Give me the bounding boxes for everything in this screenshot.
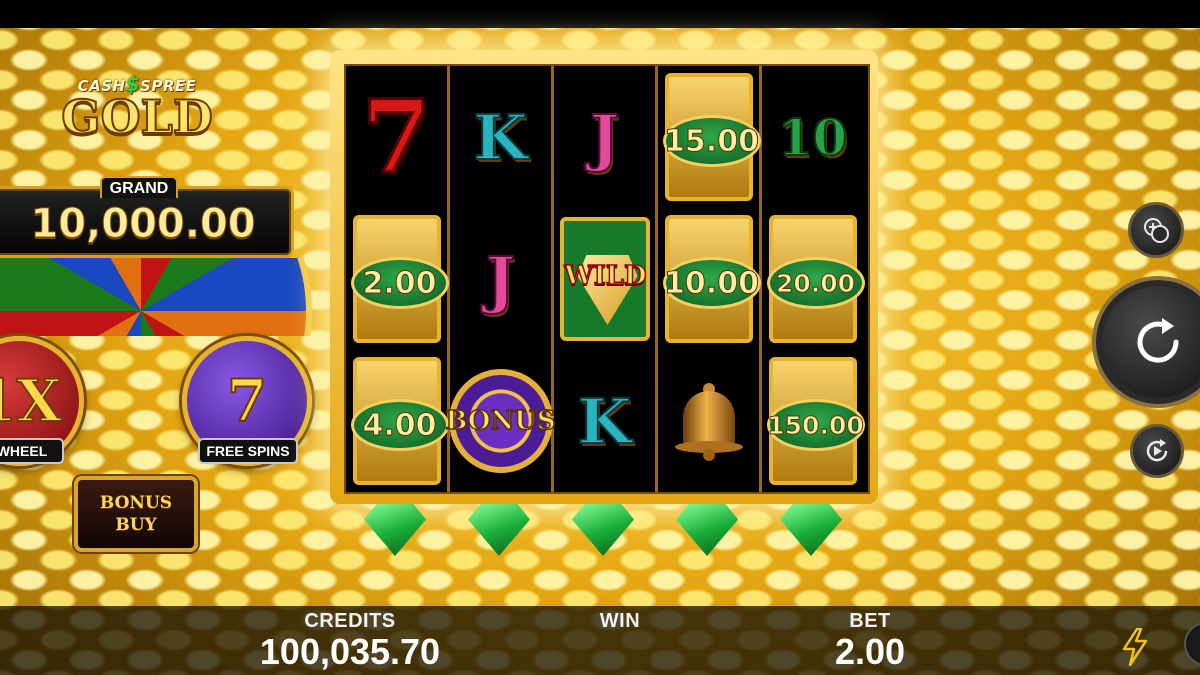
reels-grid: 7 2.00 4.00 K J BONUS J WILD K 15.00 10.… [344, 64, 870, 494]
cash-value: 150.00 [766, 399, 865, 451]
emerald-icon [572, 504, 634, 556]
reel-3-row-1: J [554, 66, 655, 208]
k-symbol: K [577, 384, 633, 459]
ten-symbol: 10 [777, 107, 849, 168]
cash-value: 4.00 [350, 399, 449, 451]
game-screen: CASH$SPREE GOLD 10,000.00 GRAND 1X WHEEL… [0, 0, 1200, 675]
seven-symbol: 7 [360, 77, 433, 198]
reel-2-row-1: K [450, 66, 551, 208]
bonus-buy-button[interactable]: BONUS BUY [74, 476, 198, 552]
cash-symbol: 10.00 [662, 215, 761, 343]
reel-4-row-2: 10.00 [658, 208, 761, 350]
cash-value: 15.00 [662, 115, 761, 167]
reel-5-row-2: 20.00 [762, 208, 865, 350]
reel-3-row-3: K [554, 350, 655, 492]
bonus-symbol-label: BONUS [445, 405, 557, 437]
cash-value: 20.00 [766, 257, 865, 309]
reel-4: 15.00 10.00 [658, 66, 762, 492]
cash-symbol: 15.00 [662, 73, 761, 201]
emerald-icon [780, 504, 842, 556]
cash-symbol: 20.00 [766, 215, 865, 343]
wild-symbol: WILD [559, 217, 650, 341]
win-meter: WIN [560, 610, 680, 633]
autoplay-icon [1146, 439, 1168, 462]
reel-4-row-1: 15.00 [658, 66, 761, 208]
autoplay-button[interactable] [1130, 424, 1184, 478]
coins-settings-icon [1144, 218, 1169, 243]
j-symbol: J [485, 242, 516, 317]
reel-3: J WILD K [554, 66, 658, 492]
grand-jackpot-value: 10,000.00 [30, 201, 256, 248]
reel-1-row-1: 7 [346, 66, 447, 208]
bet-value: 2.00 [834, 631, 906, 672]
bonus-buy-line1: BONUS [99, 493, 173, 513]
reel-5: 10 20.00 150.00 [762, 66, 865, 492]
logo-title: GOLD [60, 90, 214, 144]
cash-value: 2.00 [350, 257, 449, 309]
bet-label: BET [849, 610, 891, 632]
free-spins-count: 7 [226, 366, 268, 436]
bonus-buy-line2: BUY [115, 515, 157, 535]
reel-1-row-2: 2.00 [346, 208, 449, 350]
emerald-icon [364, 504, 426, 556]
bet-meter[interactable]: BET 2.00 [800, 610, 940, 671]
wild-label: WILD [564, 260, 648, 292]
reel-5-row-3: 150.00 [762, 350, 865, 492]
emerald-icon [468, 504, 530, 556]
wheel-label: WHEEL [0, 438, 64, 464]
reel-2-row-2: J [450, 208, 551, 350]
credits-label: CREDITS [304, 610, 396, 632]
credits-meter: CREDITS 100,035.70 [230, 610, 470, 671]
top-bar [0, 0, 1200, 28]
bonus-symbol: BONUS [445, 369, 556, 473]
j-symbol: J [589, 100, 620, 175]
emerald-row [344, 504, 866, 564]
spin-icon [1137, 318, 1179, 363]
bell-icon [674, 383, 743, 461]
win-label: WIN [599, 610, 641, 632]
wheel-multiplier-value: 1X [0, 366, 63, 436]
cash-symbol: 2.00 [350, 215, 449, 343]
reel-3-row-2: WILD [554, 208, 655, 350]
bet-settings-button[interactable] [1128, 202, 1184, 258]
emerald-icon [676, 504, 738, 556]
reel-1: 7 2.00 4.00 [346, 66, 450, 492]
reel-2-row-3: BONUS [445, 350, 556, 492]
free-spins-label: FREE SPINS [198, 438, 298, 464]
cash-symbol: 150.00 [766, 357, 865, 485]
spin-button[interactable] [1096, 280, 1200, 404]
cash-symbol: 4.00 [350, 357, 449, 485]
k-symbol: K [473, 100, 529, 175]
reel-2: K J BONUS [445, 66, 556, 492]
cash-value: 10.00 [662, 257, 761, 309]
lightning-icon[interactable] [1120, 628, 1150, 666]
reel-4-row-3 [658, 350, 759, 492]
credits-value: 100,035.70 [259, 631, 441, 672]
reel-5-row-1: 10 [762, 66, 863, 208]
grand-jackpot-label: GRAND [100, 176, 178, 198]
reel-1-row-3: 4.00 [346, 350, 449, 492]
game-logo: CASH$SPREE GOLD [52, 72, 222, 152]
